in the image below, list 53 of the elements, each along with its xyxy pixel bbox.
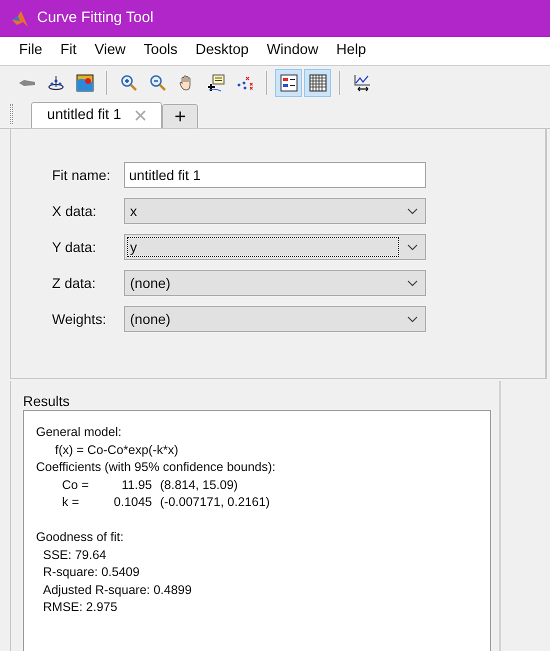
menu-item[interactable]: View	[87, 40, 133, 62]
results-text: Co =	[62, 476, 90, 494]
toolbar-button[interactable]	[275, 68, 302, 96]
chevron-down-icon	[407, 280, 418, 286]
field-label: Y data:	[52, 238, 98, 256]
field-label: X data:	[52, 202, 98, 220]
results-text: k =	[62, 494, 80, 511]
results-text: (-0.007171, 0.2161)	[160, 494, 270, 511]
toolbar-button[interactable]	[304, 68, 331, 96]
menu-item[interactable]: Desktop	[188, 40, 256, 62]
dropdown[interactable]: (none)	[124, 306, 426, 332]
chevron-down-icon	[407, 316, 418, 322]
field-label: Weights:	[52, 310, 108, 329]
window-title: Curve Fitting Tool	[37, 8, 154, 28]
zoom-in-icon	[120, 74, 138, 92]
app-logo-icon	[11, 10, 29, 28]
results-text: RMSE: 2.975	[42, 599, 118, 616]
menu-item[interactable]: Help	[329, 40, 374, 62]
results-text: Goodness of fit:	[36, 529, 125, 546]
arrow-icon	[18, 80, 36, 86]
grid-icon	[308, 74, 326, 92]
chevron-down-icon	[407, 244, 418, 250]
menu-item[interactable]: Fit	[53, 40, 84, 62]
section-title: Results	[23, 392, 71, 410]
data-cursor-icon	[206, 74, 224, 92]
results-text: General model:	[36, 424, 122, 441]
dropdown[interactable]: x	[124, 198, 426, 224]
axes-limits-icon	[352, 74, 370, 92]
results-text: SSE: 79.64	[42, 546, 108, 564]
results-text: Adjusted R-square: 0.4899	[42, 582, 193, 599]
input-field[interactable]: untitled fit 1	[124, 162, 426, 188]
menu-item[interactable]: Tools	[136, 40, 185, 62]
menu-item[interactable]: Window	[260, 40, 326, 62]
results-text: R-square: 0.5409	[42, 564, 141, 581]
results-text: (8.814, 15.09)	[160, 476, 238, 494]
scatter-points-icon	[236, 74, 254, 92]
results-text: f(x) = Co-Co*exp(-k*x)	[54, 442, 180, 459]
results-text: 0.1045	[112, 494, 152, 511]
dropdown[interactable]: y	[124, 234, 426, 260]
new-tab-button[interactable]: +	[162, 104, 198, 128]
chevron-down-icon	[407, 208, 418, 214]
data-points-icon	[46, 74, 64, 92]
field-label: Fit name:	[52, 166, 112, 184]
results-text: Coefficients (with 95% confidence bounds):	[36, 459, 276, 476]
results-text: 11.95	[120, 476, 152, 494]
tab[interactable]: untitled fit 1	[31, 102, 162, 128]
menu-item[interactable]: File	[12, 40, 50, 62]
surface-plot-icon	[76, 74, 94, 92]
dropdown[interactable]: (none)	[124, 270, 426, 296]
zoom-out-icon	[148, 74, 166, 92]
tab-label: untitled fit 1	[47, 106, 122, 125]
legend-icon	[280, 74, 298, 92]
field-label: Z data:	[52, 274, 97, 292]
